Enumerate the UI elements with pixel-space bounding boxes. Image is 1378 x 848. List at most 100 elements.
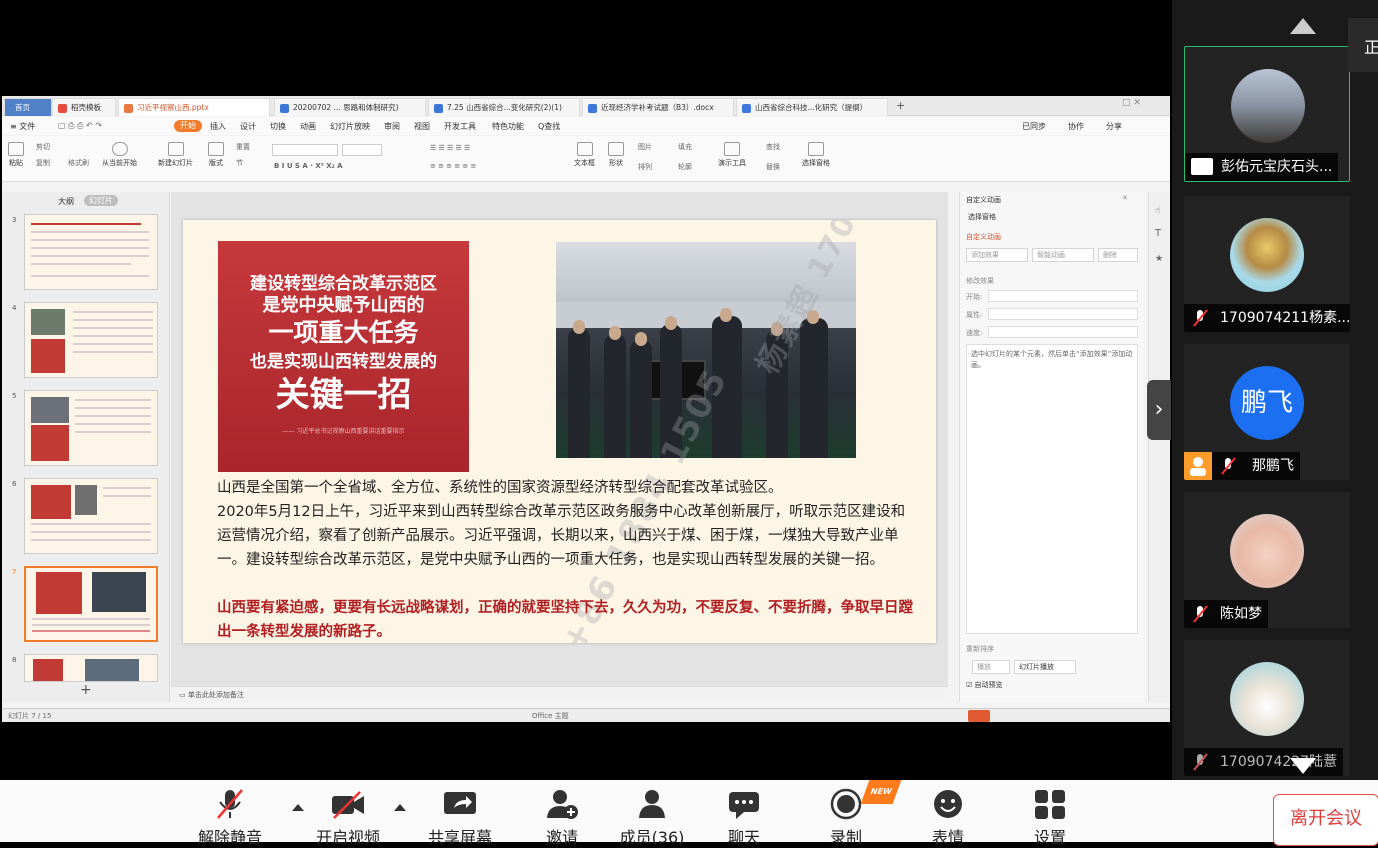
video-options-caret[interactable] — [394, 804, 406, 811]
new-slide-button[interactable]: 新建幻灯片 — [158, 142, 193, 168]
slide-thumbnail[interactable] — [24, 478, 158, 554]
property-select[interactable] — [988, 308, 1138, 320]
menu-review[interactable]: 审阅 — [384, 121, 400, 132]
participant-tile[interactable]: 陈如梦 — [1184, 492, 1350, 628]
menu-insert[interactable]: 插入 — [210, 121, 226, 132]
layout-button[interactable]: 版式 — [208, 142, 224, 168]
replace-button[interactable]: 替换 — [766, 162, 780, 172]
text-icon[interactable]: T — [1155, 228, 1161, 239]
play-button[interactable]: 播放 — [972, 660, 1010, 674]
select-pane-link[interactable]: 选择窗格 — [968, 212, 996, 222]
close-icon[interactable]: ✕ — [1122, 194, 1128, 202]
window-controls[interactable]: □ ✕ — [1122, 98, 1141, 108]
animation-icon[interactable]: ★ — [1155, 254, 1163, 264]
play-from-current-button[interactable]: 从当前开始 — [102, 142, 137, 168]
corner-label[interactable]: 正 — [1348, 18, 1378, 72]
menu-devtools[interactable]: 开发工具 — [444, 121, 476, 132]
font-size-select[interactable] — [342, 144, 382, 156]
start-select[interactable] — [988, 290, 1138, 302]
menu-animation[interactable]: 动画 — [300, 121, 316, 132]
picture-button[interactable]: 图片 — [638, 142, 652, 152]
slide-thumbnail[interactable] — [24, 302, 158, 378]
tab-doc-1[interactable]: 20200702 ... 思路和体制研究) — [274, 98, 426, 116]
participant-tile[interactable]: 1709074211杨素... — [1184, 196, 1350, 332]
find-button[interactable]: 查找 — [766, 142, 780, 152]
mic-off-icon — [212, 788, 248, 820]
format-painter-button[interactable]: 格式刷 — [68, 158, 89, 168]
settings-button[interactable]: 设置 — [1010, 788, 1090, 848]
quick-access-icons[interactable]: ▢ ⎙ ⎙ ↶ ↷ — [58, 121, 102, 131]
tab-active-pptx[interactable]: 习近平视察山西.pptx — [118, 98, 270, 116]
wps-presentation-window: 首页 稻壳模板 习近平视察山西.pptx 20200702 ... 思路和体制研… — [2, 96, 1170, 722]
unmute-button[interactable]: 解除静音 — [190, 788, 270, 848]
tab-docer[interactable]: 稻壳模板 — [52, 98, 116, 116]
paragraph-icons[interactable]: ☰ ☰ ☰ ☰ ☰ — [430, 144, 470, 152]
paste-button[interactable]: 粘贴 — [8, 142, 24, 168]
align-icons[interactable]: ≡ ≡ ≡ ≡ ≡ ≡ — [430, 162, 476, 170]
participant-tile[interactable]: 鹏飞 那鹏飞 — [1184, 344, 1350, 480]
fill-button[interactable]: 填充 — [678, 142, 692, 152]
tab-doc-2[interactable]: 7.25 山西省综合...变化研究(2)(1) — [428, 98, 580, 116]
menu-slideshow[interactable]: 幻灯片放映 — [330, 121, 370, 132]
slide-7[interactable]: 建设转型综合改革示范区 是党中央赋予山西的 一项重大任务 也是实现山西转型发展的… — [183, 220, 936, 643]
share-button[interactable]: 分享 — [1106, 121, 1122, 132]
collapse-panel-button[interactable]: › — [1147, 380, 1171, 440]
slide-thumbnail-selected[interactable] — [24, 566, 158, 642]
new-tab-button[interactable]: + — [896, 99, 905, 112]
speed-select[interactable] — [988, 326, 1138, 338]
animation-list[interactable]: 选中幻灯片的某个元素，然后单击“添加效果”添加动画。 — [966, 344, 1138, 634]
collab-button[interactable]: 协作 — [1068, 121, 1084, 132]
reset-button[interactable]: 重置 — [236, 142, 250, 152]
menu-special[interactable]: 特色功能 — [492, 121, 524, 132]
scroll-up-icon[interactable] — [1290, 18, 1316, 34]
mic-off-icon — [1192, 309, 1208, 327]
start-video-button[interactable]: 开启视频 — [308, 788, 388, 848]
share-screen-button[interactable]: 共享屏幕 — [420, 788, 500, 848]
font-family-select[interactable] — [272, 144, 338, 156]
slideshow-play-icon[interactable] — [968, 710, 990, 722]
autopreview-checkbox[interactable]: ☑ 自动预览 — [966, 680, 1003, 690]
menu-start[interactable]: 开始 — [174, 120, 202, 132]
slide-thumbnail[interactable] — [24, 390, 158, 466]
tab-doc-4[interactable]: 山西省综合科技...化研究（提纲） — [736, 98, 888, 116]
present-tool-button[interactable]: 演示工具 — [718, 142, 746, 168]
emoji-button[interactable]: 表情 — [908, 788, 988, 848]
shape-button[interactable]: 形状 — [608, 142, 624, 168]
slide-thumbnail[interactable] — [24, 654, 158, 682]
menu-view[interactable]: 视图 — [414, 121, 430, 132]
pointer-icon[interactable]: ☝ — [1155, 206, 1160, 216]
invite-button[interactable]: 邀请 — [522, 788, 602, 848]
participant-tile[interactable]: 1709074227陆薏 — [1184, 640, 1350, 776]
add-effect-button[interactable]: 添加效果 — [966, 248, 1028, 262]
arrange-button[interactable]: 排列 — [638, 162, 652, 172]
cut-button[interactable]: 剪切 — [36, 142, 50, 152]
select-pane-button[interactable]: 选择窗格 — [802, 142, 830, 168]
chat-button[interactable]: 聊天 — [704, 788, 784, 848]
members-button[interactable]: 成员(36) — [612, 788, 692, 848]
copy-button[interactable]: 复制 — [36, 158, 50, 168]
section-button[interactable]: 节 — [236, 158, 243, 168]
smart-animation-button[interactable]: 智能动画 — [1032, 248, 1094, 262]
menu-file[interactable]: ≡ 文件 — [10, 121, 35, 132]
delete-button[interactable]: 删除 — [1098, 248, 1138, 262]
notes-area[interactable]: ▭ 单击此处添加备注 — [171, 686, 948, 702]
slideshow-button[interactable]: 幻灯片播放 — [1014, 660, 1076, 674]
add-slide-button[interactable]: + — [80, 682, 92, 698]
tab-home[interactable]: 首页 — [4, 98, 52, 116]
slides-tab[interactable]: 幻灯片 — [84, 195, 118, 206]
sync-status[interactable]: 已同步 — [1022, 121, 1046, 132]
textbox-button[interactable]: 文本框 — [574, 142, 595, 168]
outline-tab[interactable]: 大纲 — [58, 196, 74, 207]
participant-tile[interactable]: 彭佑元宝庆石头... — [1184, 46, 1350, 182]
text-format-icons[interactable]: B I U S A · X² X₂ A — [274, 162, 343, 170]
slide-thumbnail[interactable] — [24, 214, 158, 290]
menu-design[interactable]: 设计 — [240, 121, 256, 132]
tab-doc-3[interactable]: 近现经济学补考试题（B3）.docx — [582, 98, 734, 116]
menu-find[interactable]: Q查找 — [538, 121, 560, 132]
menu-bar: ≡ 文件 ▢ ⎙ ⎙ ↶ ↷ 开始 插入 设计 切换 动画 幻灯片放映 审阅 视… — [2, 117, 1170, 135]
outline-button[interactable]: 轮廓 — [678, 162, 692, 172]
scroll-down-icon[interactable] — [1290, 758, 1316, 774]
menu-transition[interactable]: 切换 — [270, 121, 286, 132]
audio-options-caret[interactable] — [292, 804, 304, 811]
leave-meeting-button[interactable]: 离开会议 — [1273, 794, 1378, 846]
